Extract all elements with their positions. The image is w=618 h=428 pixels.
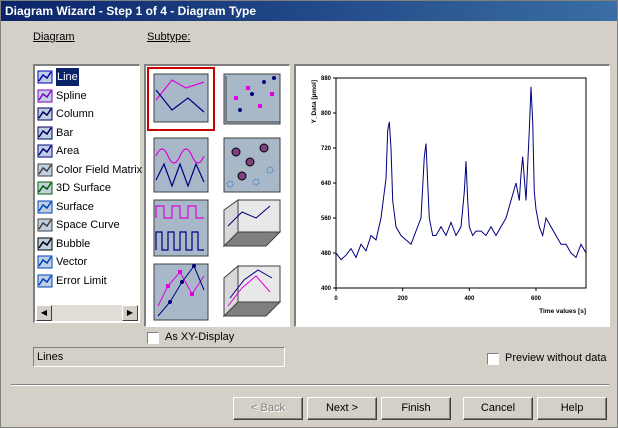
- subtype-line-plain[interactable]: [147, 67, 215, 131]
- subtype-grid: [144, 64, 290, 327]
- line-chart: 0 200 400 600 400 480 560 640 720 800 880 Time valu…: [311, 76, 587, 315]
- y-tick-label: 480: [321, 251, 332, 257]
- diagram-list-item-spline[interactable]: Spline: [37, 87, 87, 105]
- as-xy-display-checkbox[interactable]: [147, 332, 159, 344]
- diagram-list-item-space-curve[interactable]: Space Curve: [37, 216, 120, 234]
- plot-area: [335, 77, 587, 289]
- line-chart-icon: [37, 70, 53, 84]
- diagram-label: Diagram: [33, 31, 75, 43]
- diagram-list-item-color-field-matrix[interactable]: Color Field Matrix: [37, 161, 142, 179]
- diagram-list-item-vector[interactable]: Vector: [37, 253, 87, 271]
- diagram-list-item-bar[interactable]: Bar: [37, 124, 73, 142]
- subtype-label: Subtype:: [147, 31, 191, 43]
- subtype-sine-curves[interactable]: [153, 137, 209, 193]
- diagram-list-item-error-limit[interactable]: Error Limit: [37, 272, 107, 290]
- y-tick-label: 560: [321, 216, 332, 222]
- diagram-list-item-label: Line: [56, 68, 79, 86]
- scroll-right-button[interactable]: ▶: [122, 305, 138, 321]
- separator: [11, 384, 609, 386]
- x-tick-label: 200: [398, 296, 409, 302]
- scroll-left-button[interactable]: ◀: [36, 305, 52, 321]
- diagram-list-item-column[interactable]: Column: [37, 105, 94, 123]
- help-button[interactable]: Help: [537, 397, 607, 420]
- window-title: Diagram Wizard - Step 1 of 4 - Diagram T…: [1, 1, 617, 21]
- diagram-list-item-label: Color Field Matrix: [56, 163, 143, 176]
- surface-icon: [37, 200, 53, 214]
- color-field-matrix-icon: [37, 163, 53, 177]
- diagram-wizard-window: Diagram Wizard - Step 1 of 4 - Diagram T…: [0, 0, 618, 428]
- area-chart-icon: [37, 144, 53, 158]
- diagram-list-item-3d-surface[interactable]: 3D Surface: [37, 179, 111, 197]
- space-curve-icon: [37, 218, 53, 232]
- diagram-list-item-label: Error Limit: [56, 274, 107, 287]
- status-text: Lines: [33, 347, 285, 367]
- diagram-list-item-label: Area: [56, 145, 80, 157]
- diagram-list-item-bubble[interactable]: Bubble: [37, 235, 90, 253]
- bar-chart-icon: [37, 126, 53, 140]
- x-axis-label: Time values [s]: [539, 308, 586, 315]
- subtype-bubble-scatter[interactable]: [223, 137, 281, 193]
- back-button[interactable]: < Back: [233, 397, 303, 420]
- diagram-preview: 0 200 400 600 400 480 560 640 720 800 880 Time valu…: [294, 64, 610, 327]
- y-tick-label: 880: [321, 76, 332, 82]
- diagram-list-item-label: Bar: [56, 126, 74, 139]
- diagram-list-item-surface[interactable]: Surface: [37, 198, 94, 216]
- x-tick-label: 600: [531, 296, 542, 302]
- subtype-line-markers[interactable]: [223, 73, 281, 125]
- diagram-list-item-label: Space Curve: [56, 219, 120, 231]
- preview-without-data-label: Preview without data: [505, 352, 607, 364]
- subtype-3d-markers[interactable]: [222, 264, 282, 318]
- 3d-surface-icon: [37, 181, 53, 195]
- diagram-list-item-area[interactable]: Area: [37, 142, 79, 160]
- diagram-list-item-label: Surface: [56, 200, 94, 213]
- finish-button[interactable]: Finish: [381, 397, 451, 420]
- diagram-list-item-line[interactable]: Line: [37, 68, 79, 86]
- subtype-step-lines[interactable]: [153, 199, 209, 257]
- y-tick-label: 720: [321, 146, 332, 152]
- x-tick-label: 400: [464, 296, 475, 302]
- cancel-button[interactable]: Cancel: [463, 397, 533, 420]
- as-xy-display-label: As XY-Display: [165, 331, 235, 343]
- y-tick-label: 400: [321, 286, 332, 292]
- preview-without-data-checkbox[interactable]: [487, 353, 499, 365]
- column-chart-icon: [37, 107, 53, 121]
- horizontal-scrollbar[interactable]: ◀ ▶: [36, 305, 138, 321]
- vector-chart-icon: [37, 255, 53, 269]
- diagram-list-item-label: Spline: [56, 89, 87, 102]
- subtype-3d-line[interactable]: [222, 199, 282, 248]
- next-button[interactable]: Next >: [307, 397, 377, 420]
- y-tick-label: 640: [321, 181, 332, 187]
- diagram-list-item-label: 3D Surface: [56, 182, 112, 194]
- bubble-chart-icon: [37, 237, 53, 251]
- error-limit-icon: [37, 274, 53, 288]
- y-axis-label: Y_Data [µmol]: [311, 80, 318, 123]
- diagram-list-item-label: Vector: [56, 256, 88, 268]
- diagram-type-list[interactable]: ◀ ▶ Line Spline Column Bar Area Color Field M…: [33, 64, 142, 323]
- x-tick-label: 0: [334, 296, 338, 302]
- y-tick-label: 800: [321, 111, 332, 117]
- diagram-list-item-label: Bubble: [56, 237, 91, 250]
- diagram-list-item-label: Column: [56, 108, 94, 120]
- subtype-line-with-markers[interactable]: [153, 263, 209, 321]
- spline-chart-icon: [37, 89, 53, 103]
